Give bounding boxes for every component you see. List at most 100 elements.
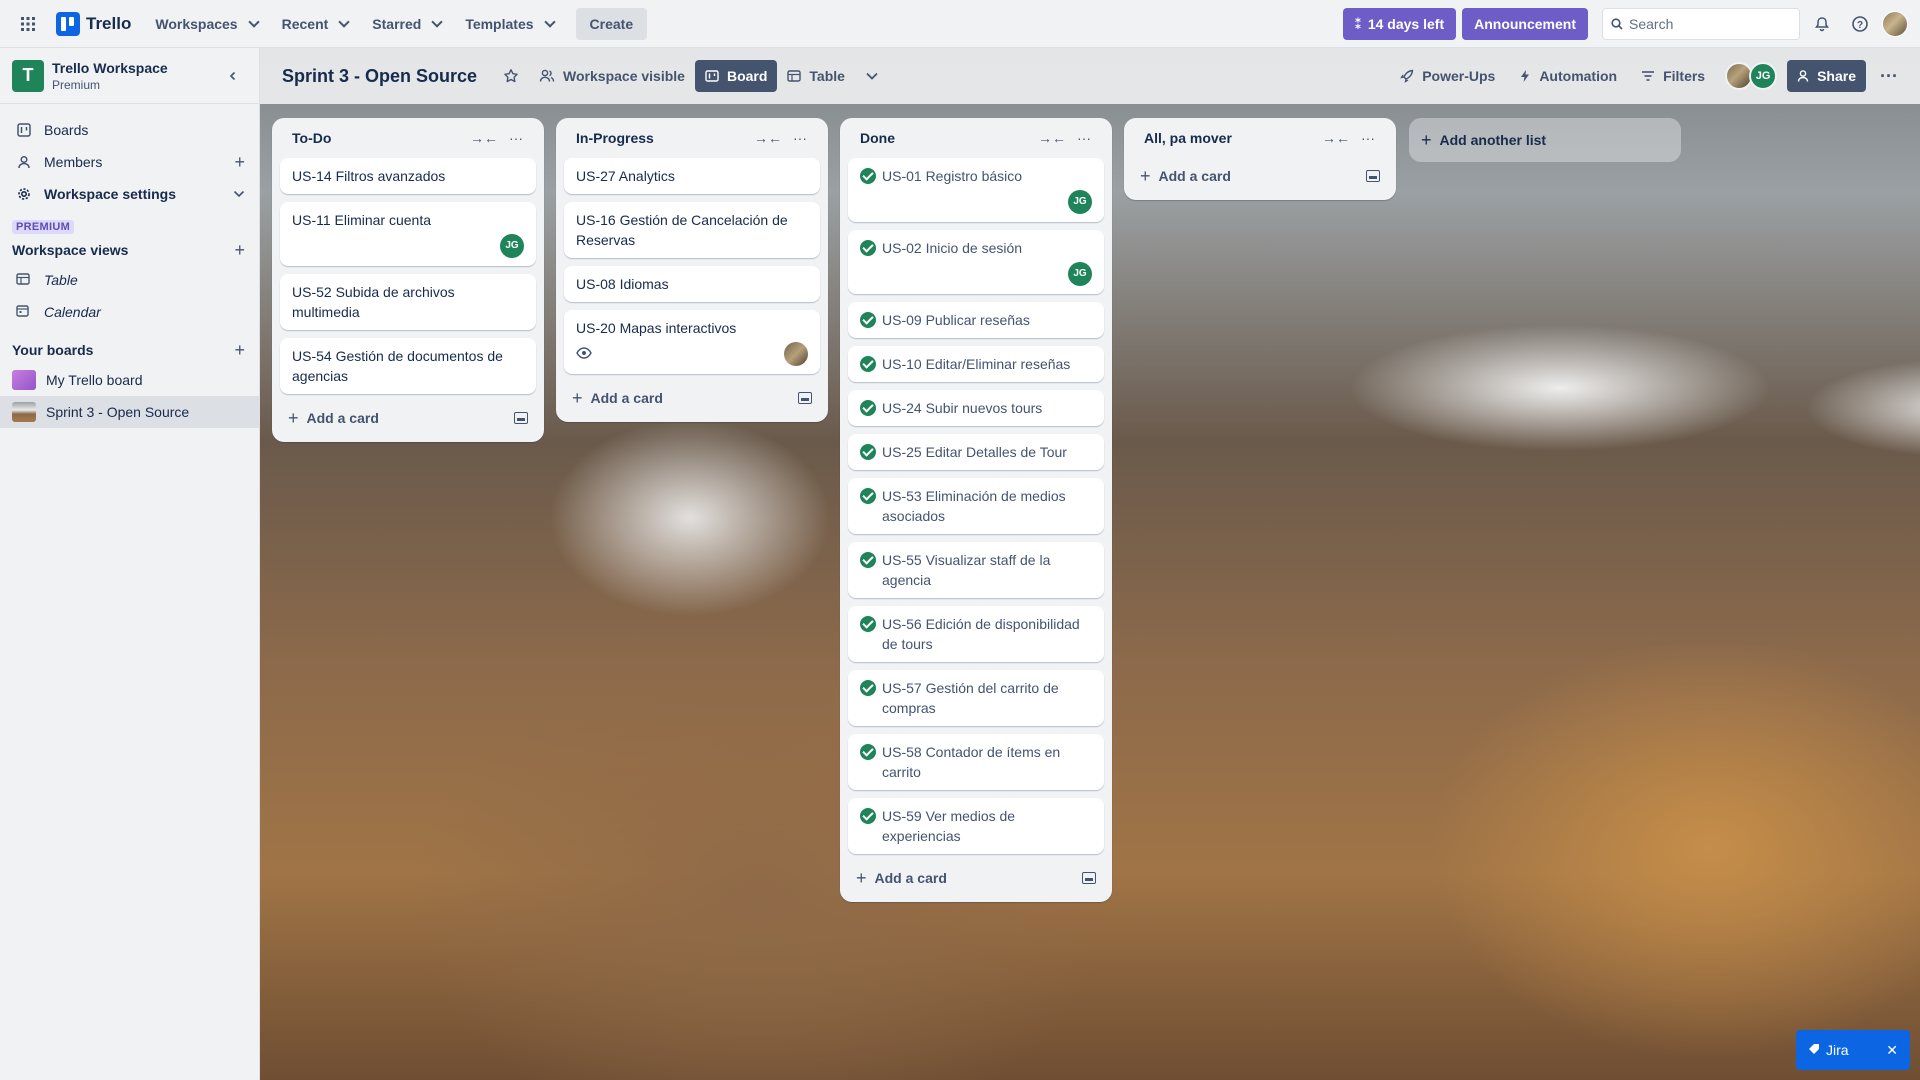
- share-button[interactable]: Share: [1787, 60, 1867, 92]
- list-menu-icon[interactable]: ···: [784, 122, 816, 154]
- complete-check-icon[interactable]: [860, 356, 876, 372]
- complete-check-icon[interactable]: [860, 616, 876, 632]
- announcement-button[interactable]: Announcement: [1462, 8, 1588, 40]
- app-switcher-icon[interactable]: [12, 8, 44, 40]
- nav-templates[interactable]: Templates: [455, 8, 563, 40]
- card[interactable]: US-57 Gestión del carrito de compras: [848, 670, 1104, 726]
- board-menu-icon[interactable]: ···: [1870, 60, 1908, 92]
- board-title[interactable]: Sprint 3 - Open Source: [282, 66, 477, 87]
- card[interactable]: US-52 Subida de archivos multimedia: [280, 274, 536, 330]
- chevron-down-icon[interactable]: [233, 187, 245, 201]
- card[interactable]: US-02 Inicio de sesión JG: [848, 230, 1104, 294]
- search-input[interactable]: Search: [1602, 8, 1800, 40]
- star-board-icon[interactable]: [493, 60, 529, 92]
- list-title[interactable]: Done: [860, 130, 1036, 146]
- board-members[interactable]: JG: [1725, 62, 1778, 90]
- card-member-avatar[interactable]: [784, 342, 808, 366]
- trial-days-left-button[interactable]: ⁑ 14 days left: [1342, 8, 1457, 40]
- list-title[interactable]: In-Progress: [576, 130, 752, 146]
- nav-label: Templates: [465, 15, 534, 32]
- collapse-sidebar-icon[interactable]: [219, 62, 247, 90]
- complete-check-icon[interactable]: [860, 168, 876, 184]
- trello-logo[interactable]: Trello: [56, 11, 131, 36]
- create-button[interactable]: Create: [575, 7, 648, 40]
- member-avatar[interactable]: JG: [1749, 62, 1778, 90]
- card[interactable]: US-08 Idiomas: [564, 266, 820, 302]
- complete-check-icon[interactable]: [860, 312, 876, 328]
- card[interactable]: US-10 Editar/Eliminar reseñas: [848, 346, 1104, 382]
- card-member-avatar[interactable]: JG: [500, 234, 524, 258]
- complete-check-icon[interactable]: [860, 680, 876, 696]
- card-template-icon[interactable]: [1082, 872, 1096, 884]
- card[interactable]: US-55 Visualizar staff de la agencia: [848, 542, 1104, 598]
- list-menu-icon[interactable]: ···: [1352, 122, 1384, 154]
- collapse-list-icon[interactable]: →←: [468, 122, 500, 154]
- list-menu-icon[interactable]: ···: [500, 122, 532, 154]
- card[interactable]: US-58 Contador de ítems en carrito: [848, 734, 1104, 790]
- sidebar-view-table[interactable]: Table: [0, 264, 259, 296]
- sidebar-item-boards[interactable]: Boards: [0, 114, 259, 146]
- card-template-icon[interactable]: [1366, 170, 1380, 182]
- card[interactable]: US-25 Editar Detalles de Tour: [848, 434, 1104, 470]
- sidebar-board-my-trello-board[interactable]: My Trello board: [0, 364, 259, 396]
- card-member-avatar[interactable]: JG: [1068, 262, 1092, 286]
- add-card-button[interactable]: + Add a card: [564, 382, 820, 414]
- complete-check-icon[interactable]: [860, 552, 876, 568]
- card[interactable]: US-09 Publicar reseñas: [848, 302, 1104, 338]
- complete-check-icon[interactable]: [860, 400, 876, 416]
- power-ups-button[interactable]: Power-Ups: [1390, 60, 1505, 92]
- card[interactable]: US-11 Eliminar cuenta JG: [280, 202, 536, 266]
- automation-button[interactable]: Automation: [1509, 60, 1627, 92]
- collapse-list-icon[interactable]: →←: [752, 122, 784, 154]
- filters-button[interactable]: Filters: [1631, 60, 1715, 92]
- workspace-logo[interactable]: T: [12, 59, 44, 92]
- card[interactable]: US-54 Gestión de documentos de agencias: [280, 338, 536, 394]
- add-card-button[interactable]: + Add a card: [280, 402, 536, 434]
- complete-check-icon[interactable]: [860, 240, 876, 256]
- workspace-name[interactable]: Trello Workspace: [52, 60, 168, 76]
- nav-starred[interactable]: Starred: [362, 8, 451, 40]
- complete-check-icon[interactable]: [860, 808, 876, 824]
- sidebar-board-sprint-3[interactable]: Sprint 3 - Open Source: [0, 396, 259, 428]
- close-icon[interactable]: ✕: [1886, 1042, 1898, 1059]
- list-menu-icon[interactable]: ···: [1068, 122, 1100, 154]
- list-title[interactable]: All, pa mover: [1144, 130, 1320, 146]
- card[interactable]: US-56 Edición de disponibilidad de tours: [848, 606, 1104, 662]
- visibility-button[interactable]: Workspace visible: [529, 60, 695, 92]
- view-table-tab[interactable]: Table: [777, 60, 855, 92]
- complete-check-icon[interactable]: [860, 488, 876, 504]
- card-template-icon[interactable]: [798, 392, 812, 404]
- collapse-list-icon[interactable]: →←: [1320, 122, 1352, 154]
- add-view-icon[interactable]: +: [234, 240, 245, 261]
- help-icon[interactable]: ?: [1844, 8, 1876, 40]
- more-views-chevron-icon[interactable]: [855, 60, 889, 92]
- card[interactable]: US-59 Ver medios de experiencias: [848, 798, 1104, 854]
- notifications-bell-icon[interactable]: [1806, 8, 1838, 40]
- add-member-icon[interactable]: +: [234, 152, 245, 173]
- add-board-icon[interactable]: +: [234, 340, 245, 361]
- list-title[interactable]: To-Do: [292, 130, 468, 146]
- card-template-icon[interactable]: [514, 412, 528, 424]
- user-avatar[interactable]: [1882, 11, 1908, 37]
- add-another-list-button[interactable]: + Add another list: [1409, 118, 1681, 162]
- sidebar-item-members[interactable]: Members +: [0, 146, 259, 178]
- complete-check-icon[interactable]: [860, 444, 876, 460]
- sidebar-item-workspace-settings[interactable]: Workspace settings: [0, 178, 259, 210]
- card[interactable]: US-01 Registro básico JG: [848, 158, 1104, 222]
- card[interactable]: US-20 Mapas interactivos: [564, 310, 820, 374]
- nav-recent[interactable]: Recent: [272, 8, 359, 40]
- card-member-avatar[interactable]: JG: [1068, 190, 1092, 214]
- card[interactable]: US-27 Analytics: [564, 158, 820, 194]
- jira-widget[interactable]: Jira ✕: [1796, 1030, 1910, 1070]
- card[interactable]: US-24 Subir nuevos tours: [848, 390, 1104, 426]
- card[interactable]: US-14 Filtros avanzados: [280, 158, 536, 194]
- add-card-button[interactable]: + Add a card: [848, 862, 1104, 894]
- complete-check-icon[interactable]: [860, 744, 876, 760]
- card[interactable]: US-16 Gestión de Cancelación de Reservas: [564, 202, 820, 258]
- sidebar-view-calendar[interactable]: Calendar: [0, 296, 259, 328]
- view-board-tab[interactable]: Board: [694, 60, 778, 92]
- card[interactable]: US-53 Eliminación de medios asociados: [848, 478, 1104, 534]
- add-card-button[interactable]: + Add a card: [1132, 160, 1388, 192]
- nav-workspaces[interactable]: Workspaces: [145, 8, 267, 40]
- collapse-list-icon[interactable]: →←: [1036, 122, 1068, 154]
